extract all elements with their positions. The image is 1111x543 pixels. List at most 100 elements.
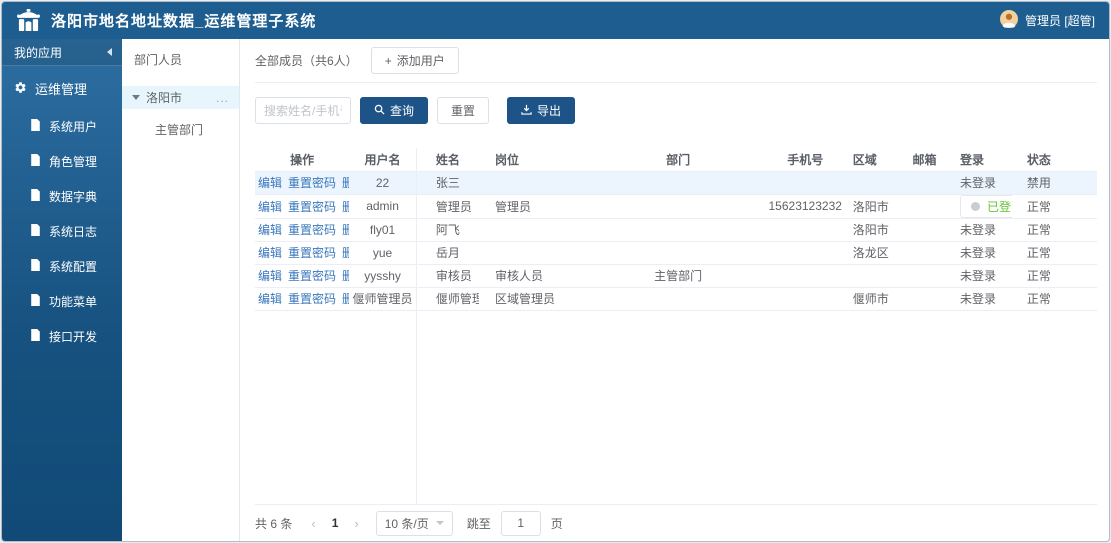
cell-department [588, 241, 768, 265]
query-label: 查询 [390, 104, 415, 118]
reset-button[interactable]: 重置 [437, 97, 490, 124]
reset-password-link[interactable]: 重置密码 [288, 176, 336, 190]
tree-more-button[interactable]: ... [216, 91, 229, 105]
query-button[interactable]: 查询 [360, 97, 429, 124]
reset-password-link[interactable]: 重置密码 [288, 223, 336, 237]
sidebar-item-2[interactable]: 数据字典 [2, 179, 122, 214]
cell-position [478, 241, 589, 265]
document-icon [30, 259, 41, 274]
export-button[interactable]: 导出 [507, 97, 576, 124]
tree-expand-icon[interactable] [132, 95, 140, 100]
gear-icon [14, 81, 27, 97]
cell-username: yysshy [349, 264, 416, 288]
edit-link[interactable]: 编辑 [258, 292, 282, 306]
delete-link[interactable]: 删除 [342, 223, 349, 237]
search-input[interactable] [255, 97, 351, 124]
cell-login: 未登录 [942, 264, 1012, 288]
cell-login: 未登录 [942, 171, 1012, 195]
next-page-button[interactable]: › [349, 516, 363, 531]
cell-phone [767, 287, 843, 311]
collapse-sidebar-icon[interactable] [107, 48, 112, 56]
reset-label: 重置 [451, 104, 476, 118]
cell-phone [767, 218, 843, 242]
cell-phone [767, 264, 843, 288]
sidebar-item-1[interactable]: 角色管理 [2, 144, 122, 179]
sidebar-item-6[interactable]: 接口开发 [2, 319, 122, 354]
table-row: 编辑重置密码删除22张三 未登录禁用 [255, 171, 1097, 195]
login-status-text: 已登录 [987, 199, 1012, 214]
delete-link[interactable]: 删除 [342, 292, 349, 306]
sidebar-item-label: 接口开发 [49, 330, 98, 344]
cell-status: 禁用 [1011, 171, 1097, 195]
main-content: 全部成员（共6人） + 添加用户 查询 重置 [240, 39, 1109, 541]
reset-password-link[interactable]: 重置密码 [288, 246, 336, 260]
dept-panel-title: 部门人员 [134, 53, 183, 67]
reset-password-link[interactable]: 重置密码 [288, 269, 336, 283]
sidebar-item-5[interactable]: 功能菜单 [2, 284, 122, 319]
cell-status: 正常 [1011, 287, 1097, 311]
sidebar-item-4[interactable]: 系统配置 [2, 249, 122, 284]
delete-link[interactable]: 删除 [342, 176, 349, 190]
sidebar-item-3[interactable]: 系统日志 [2, 214, 122, 249]
reset-password-link[interactable]: 重置密码 [288, 200, 336, 214]
page-size-select[interactable]: 10 条/页 [375, 510, 453, 536]
table-header-row: 操作 用户名 姓名 岗位 部门 手机号 区域 邮箱 登录 状态 [255, 148, 1097, 172]
total-count-label: 共 6 条 [255, 516, 293, 531]
table-row: 编辑重置密码删除yysshy审核员审核人员主管部门 未登录正常 [255, 264, 1097, 288]
sidebar-group-ops[interactable]: 运维管理 [2, 66, 122, 109]
delete-link[interactable]: 删除 [342, 200, 349, 214]
status-dot-icon [971, 201, 981, 211]
column-header-login: 登录 [942, 148, 1012, 172]
edit-link[interactable]: 编辑 [258, 200, 282, 214]
edit-link[interactable]: 编辑 [258, 269, 282, 283]
cell-actions: 编辑重置密码删除 [255, 287, 350, 311]
column-header-phone: 手机号 [767, 148, 843, 172]
document-icon [30, 329, 41, 344]
document-icon [30, 224, 41, 239]
cell-email [902, 264, 943, 288]
user-menu[interactable]: 管理员 [超管] [999, 10, 1095, 31]
cell-name: 阿飞 [415, 218, 479, 242]
tree-node-dept[interactable]: 主管部门 [122, 119, 239, 141]
cell-actions: 编辑重置密码删除 [255, 264, 350, 288]
cell-username: 偃师管理员 [349, 287, 416, 311]
table-row: 编辑重置密码删除fly01阿飞 洛阳市 未登录正常 [255, 218, 1097, 242]
sidebar-apps-header[interactable]: 我的应用 [2, 39, 122, 66]
cell-login: 未登录 [942, 241, 1012, 265]
edit-link[interactable]: 编辑 [258, 176, 282, 190]
reset-password-link[interactable]: 重置密码 [288, 292, 336, 306]
jump-page-input[interactable] [500, 510, 541, 536]
add-user-button[interactable]: + 添加用户 [370, 47, 459, 74]
sidebar-item-label: 系统配置 [49, 260, 98, 274]
export-label: 导出 [537, 104, 562, 118]
edit-link[interactable]: 编辑 [258, 223, 282, 237]
sidebar-item-label: 系统用户 [49, 120, 98, 134]
column-header-name: 姓名 [415, 148, 479, 172]
tree-node-luoyang[interactable]: 洛阳市 ... [122, 86, 239, 109]
delete-link[interactable]: 删除 [342, 246, 349, 260]
cell-name: 审核员 [415, 264, 479, 288]
cell-login: 未登录 [942, 218, 1012, 242]
column-header-department: 部门 [588, 148, 768, 172]
cell-region [842, 264, 903, 288]
app-header: 洛阳市地名地址数据_运维管理子系统 管理员 [超管] [2, 2, 1109, 39]
column-header-region: 区域 [842, 148, 903, 172]
column-header-email: 邮箱 [902, 148, 943, 172]
dept-panel: 部门人员 洛阳市 ... 主管部门 [122, 39, 240, 541]
cell-actions: 编辑重置密码删除 [255, 194, 350, 219]
cell-name: 张三 [415, 171, 479, 195]
table-row: 编辑重置密码删除admin管理员管理员15623123232洛阳市已登录正常 [255, 194, 1097, 219]
delete-link[interactable]: 删除 [342, 269, 349, 283]
cell-position: 区域管理员 [478, 287, 589, 311]
current-page[interactable]: 1 [327, 516, 344, 530]
app-body: 我的应用 运维管理 系统用户角色管理 数据字典 系统日志系统配置功能菜单接口开发 部… [2, 39, 1109, 541]
tree-node-label: 洛阳市 [146, 91, 183, 105]
cell-department [588, 171, 768, 195]
logged-in-badge[interactable]: 已登录 [960, 194, 1012, 217]
cell-phone: 15623123232 [767, 194, 843, 219]
cell-status: 正常 [1011, 241, 1097, 265]
prev-page-button[interactable]: ‹ [306, 516, 320, 531]
sidebar-item-0[interactable]: 系统用户 [2, 109, 122, 144]
edit-link[interactable]: 编辑 [258, 246, 282, 260]
user-name: 管理员 [超管] [1024, 14, 1095, 28]
